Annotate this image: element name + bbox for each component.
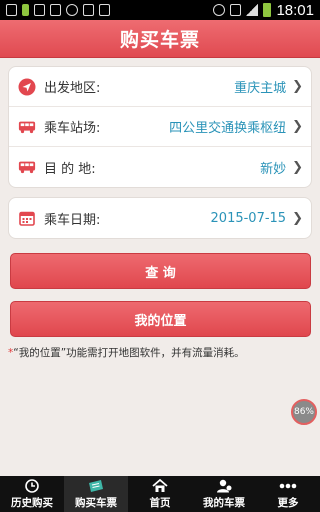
boarding-station-value: 四公里交通换乘枢纽: [169, 121, 287, 136]
chevron-right-icon: ❯: [292, 79, 303, 94]
row-destination[interactable]: 目 的 地: 新妙 ❯: [9, 147, 311, 187]
boarding-station-label: 乘车站场:: [44, 121, 101, 136]
query-button[interactable]: 查 询: [10, 253, 311, 289]
bus-icon: [18, 118, 36, 136]
floating-percent-badge[interactable]: 86%: [291, 399, 317, 425]
status-icons-left: [6, 4, 110, 16]
page-title: 购买车票: [119, 29, 200, 51]
tab-buy-ticket[interactable]: 购买车票: [64, 476, 128, 512]
chevron-right-icon: ❯: [292, 210, 303, 226]
note-text: “我的位置”功能需打开地图软件，并有流量消耗。: [13, 347, 245, 359]
tab-home[interactable]: 首页: [128, 476, 192, 512]
app-header: 购买车票: [0, 20, 320, 58]
alarm-icon: [213, 4, 226, 16]
travel-date-value: 2015-07-15: [210, 210, 287, 226]
route-card: 出发地区: 重庆主城 ❯ 乘车站场: 四公里交通换乘枢纽 ❯ 目 的 地: 新妙…: [8, 66, 312, 188]
tab-more[interactable]: 更多: [256, 476, 320, 512]
departure-area-value: 重庆主城: [234, 81, 287, 96]
battery-small-icon: [22, 4, 29, 16]
sms-icon: [34, 4, 45, 16]
row-travel-date[interactable]: 乘车日期: 2015-07-15 ❯: [9, 198, 311, 238]
tab-label: 购买车票: [75, 497, 117, 509]
tab-label: 我的车票: [203, 497, 245, 509]
chevron-right-icon: ❯: [292, 159, 303, 175]
bus-icon: [18, 158, 36, 176]
my-location-button[interactable]: 我的位置: [10, 301, 311, 337]
tab-label: 历史购买: [11, 497, 53, 509]
chevron-right-icon: ❯: [292, 119, 303, 134]
status-icons-right: 18:01: [213, 2, 314, 19]
more-icon: [279, 478, 297, 494]
wifi-icon: [230, 4, 242, 16]
destination-value: 新妙: [260, 161, 287, 177]
destination-label: 目 的 地:: [44, 161, 96, 177]
tab-history[interactable]: 历史购买: [0, 476, 64, 512]
usb-icon: [6, 4, 17, 16]
row-boarding-station[interactable]: 乘车站场: 四公里交通换乘枢纽 ❯: [9, 107, 311, 147]
status-bar: 18:01: [0, 0, 320, 20]
home-icon: [152, 478, 168, 494]
tab-my-tickets[interactable]: 我的车票: [192, 476, 256, 512]
tab-label: 更多: [277, 497, 299, 509]
travel-date-label: 乘车日期:: [44, 212, 101, 228]
ticket-icon: [87, 478, 105, 494]
app-icon: [99, 4, 110, 16]
row-departure-area[interactable]: 出发地区: 重庆主城 ❯: [9, 67, 311, 107]
location-note: *“我的位置”功能需打开地图软件，并有流量消耗。: [8, 345, 245, 360]
clock-icon: [25, 478, 39, 494]
tab-label: 首页: [149, 497, 171, 509]
date-card: 乘车日期: 2015-07-15 ❯: [8, 197, 312, 239]
lock-icon: [66, 4, 78, 16]
calendar-icon: [18, 209, 36, 227]
bottom-tab-bar: 历史购买 购买车票 首页 我的车票 更多: [0, 476, 320, 512]
download-icon: [83, 4, 94, 16]
signal-icon: [246, 4, 259, 16]
battery-icon: [263, 3, 272, 17]
location-arrow-icon: [18, 78, 36, 96]
status-time: 18:01: [276, 1, 314, 19]
departure-area-label: 出发地区:: [44, 81, 101, 96]
image-icon: [50, 4, 61, 16]
user-icon: [216, 478, 232, 494]
